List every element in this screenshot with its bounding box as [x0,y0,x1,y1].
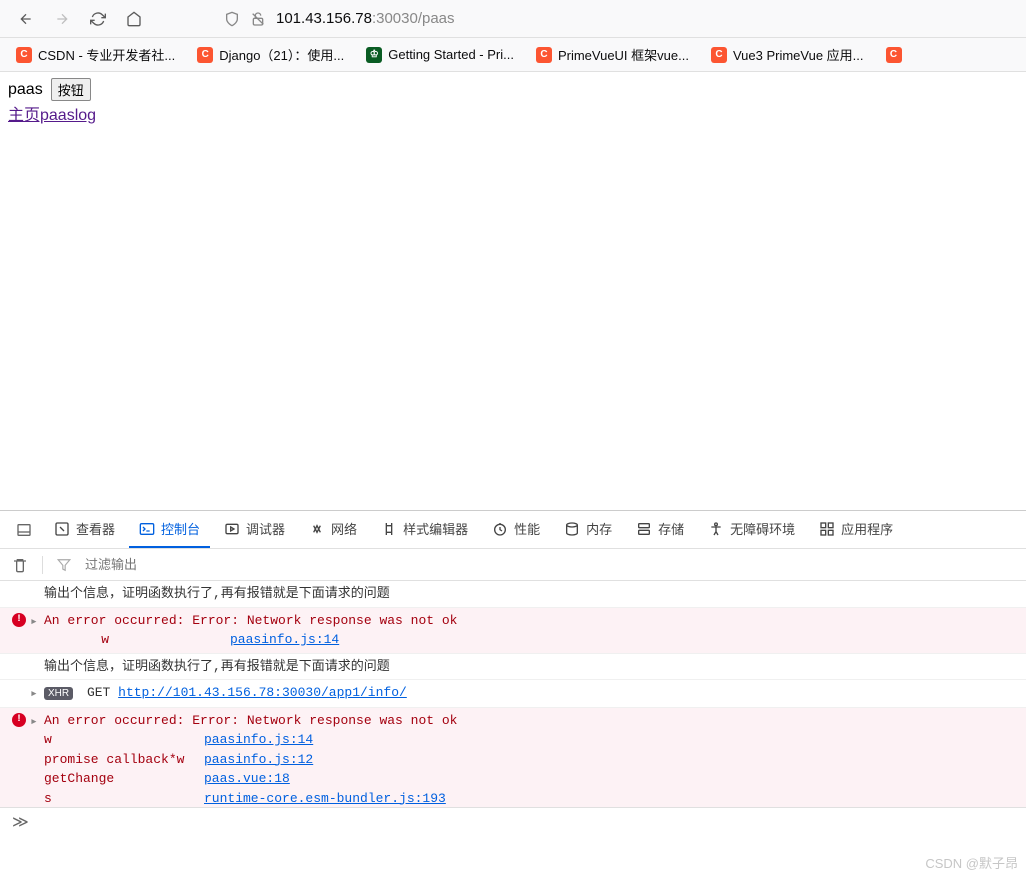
back-button[interactable] [10,3,42,35]
filter-icon [57,558,71,572]
page-button[interactable]: 按钮 [51,78,91,101]
tab-memory[interactable]: 内存 [554,511,622,548]
tab-storage[interactable]: 存储 [626,511,694,548]
forward-button[interactable] [46,3,78,35]
tab-inspector[interactable]: 查看器 [44,511,125,548]
tab-console[interactable]: 控制台 [129,511,210,548]
console-filter-bar [0,549,1026,581]
favicon-icon: C [711,47,727,63]
tab-performance[interactable]: 性能 [482,511,550,548]
url-text: 101.43.156.78:30030/paas [276,10,455,27]
console-error-row[interactable]: ! ▸ An error occurred: Error: Network re… [0,708,1026,808]
console-output: 输出个信息，证明函数执行了,再有报错就是下面请求的问题 ! ▸ An error… [0,581,1026,807]
bookmark-item[interactable]: C [878,43,910,67]
xhr-badge: XHR [44,687,73,700]
bookmark-item[interactable]: ♔Getting Started - Pri... [358,43,522,67]
source-link[interactable]: paasinfo.js:14 [230,630,339,650]
page-link[interactable]: 主页paaslog [8,107,96,124]
favicon-icon: C [886,47,902,63]
console-log-row: 输出个信息，证明函数执行了,再有报错就是下面请求的问题 [0,581,1026,608]
insecure-icon [250,11,266,27]
tab-accessibility[interactable]: 无障碍环境 [698,511,805,548]
bookmark-item[interactable]: CDjango（21）：使用... [189,41,352,68]
request-url-link[interactable]: http://101.43.156.78:30030/app1/info/ [118,685,407,700]
console-xhr-row[interactable]: ▸ XHR GET http://101.43.156.78:30030/app… [0,680,1026,708]
console-error-row[interactable]: ! ▸ An error occurred: Error: Network re… [0,608,1026,654]
devtools-tabbar: 查看器 控制台 调试器 网络 样式编辑器 性能 内存 存储 [0,511,1026,549]
page-viewport: paas 按钮 主页paaslog [0,72,1026,510]
source-link[interactable]: runtime-core.esm-bundler.js:193 [204,789,446,808]
reload-button[interactable] [82,3,114,35]
bookmark-item[interactable]: CPrimeVueUI 框架vue... [528,41,697,68]
expand-arrow-icon[interactable]: ▸ [30,683,44,704]
clear-console-button[interactable] [12,557,28,573]
favicon-icon: ♔ [366,47,382,63]
shield-icon [224,11,240,27]
favicon-icon: C [536,47,552,63]
favicon-icon: C [197,47,213,63]
watermark: CSDN @默子昂 [925,853,1018,872]
bookmarks-bar: CCSDN - 专业开发者社... CDjango（21）：使用... ♔Get… [0,38,1026,72]
error-icon: ! [12,713,26,727]
url-bar[interactable]: 101.43.156.78:30030/paas [214,4,1016,34]
devtools-panel: 查看器 控制台 调试器 网络 样式编辑器 性能 内存 存储 [0,510,1026,835]
expand-arrow-icon[interactable]: ▸ [30,711,44,732]
bookmark-item[interactable]: CVue3 PrimeVue 应用... [703,41,872,68]
tab-styleeditor[interactable]: 样式编辑器 [371,511,478,548]
source-link[interactable]: paasinfo.js:14 [204,730,313,750]
browser-toolbar: 101.43.156.78:30030/paas [0,0,1026,38]
tab-application[interactable]: 应用程序 [809,511,903,548]
bookmark-item[interactable]: CCSDN - 专业开发者社... [8,41,183,68]
expand-arrow-icon[interactable]: ▸ [30,611,44,632]
error-icon: ! [12,613,26,627]
source-link[interactable]: paas.vue:18 [204,769,290,789]
tab-debugger[interactable]: 调试器 [214,511,295,548]
source-link[interactable]: paasinfo.js:12 [204,750,313,770]
devtools-dock-button[interactable] [8,514,40,546]
home-button[interactable] [118,3,150,35]
console-prompt[interactable]: ≫ [0,807,1026,835]
tab-network[interactable]: 网络 [299,511,367,548]
page-text: paas [8,81,43,99]
console-log-row: 输出个信息，证明函数执行了,再有报错就是下面请求的问题 [0,654,1026,681]
favicon-icon: C [16,47,32,63]
filter-input[interactable] [85,557,1014,572]
